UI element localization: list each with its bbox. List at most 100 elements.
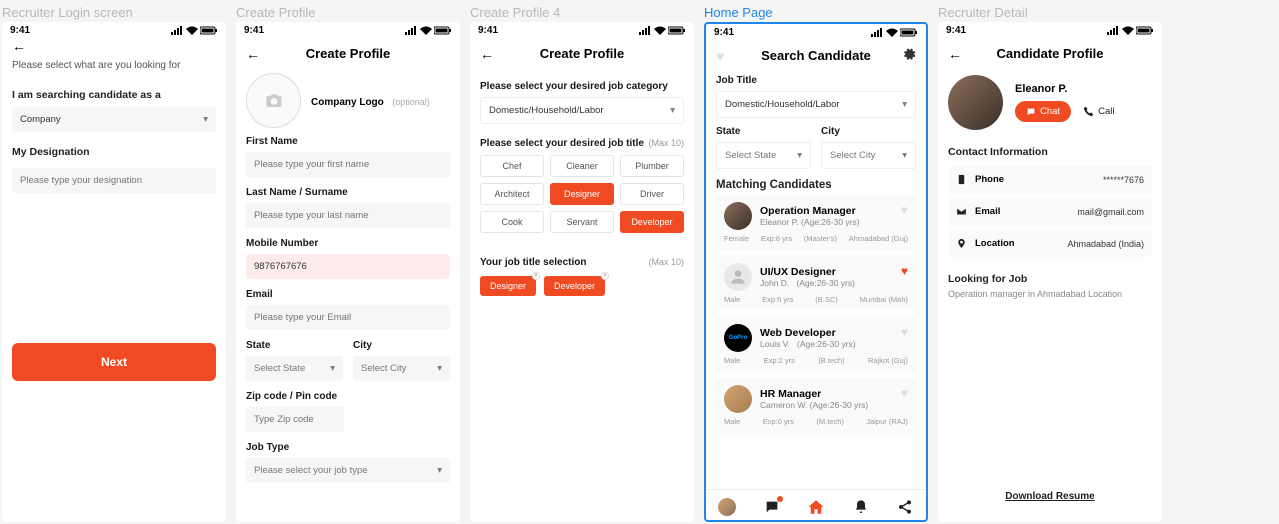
first-name-label: First Name bbox=[246, 136, 450, 147]
looking-value: Operation manager in Ahmadabad Location bbox=[948, 289, 1152, 299]
phone-row: Phone ******7676 bbox=[948, 166, 1152, 193]
logo-optional: (optional) bbox=[392, 97, 430, 107]
close-icon[interactable]: × bbox=[532, 272, 540, 280]
page-title: Create Profile bbox=[306, 46, 391, 61]
candidate-card[interactable]: ♥ HR Manager Cameron W. (Age:26-30 yrs) … bbox=[716, 378, 916, 433]
heart-icon[interactable]: ♥ bbox=[901, 203, 908, 217]
jobtype-select[interactable]: Please select your job type▾ bbox=[246, 458, 450, 483]
back-arrow-icon[interactable]: ← bbox=[246, 46, 260, 62]
status-time: 9:41 bbox=[244, 25, 264, 36]
logo-label: Company Logo bbox=[311, 97, 384, 108]
status-time: 9:41 bbox=[478, 25, 498, 36]
status-icons bbox=[1107, 26, 1154, 35]
chip-driver[interactable]: Driver bbox=[620, 183, 684, 205]
nav-share-icon[interactable] bbox=[896, 498, 914, 516]
email-label: Email bbox=[246, 289, 450, 300]
candidate-name: Eleanor P. bbox=[1015, 83, 1114, 95]
state-select[interactable]: Select State▾ bbox=[246, 356, 343, 381]
chip-chef[interactable]: Chef bbox=[480, 155, 544, 177]
heart-icon[interactable]: ♥ bbox=[901, 325, 908, 339]
jobtitle-select[interactable]: Domestic/Household/Labor▾ bbox=[716, 91, 916, 118]
chip-servant[interactable]: Servant bbox=[550, 211, 614, 233]
status-time: 9:41 bbox=[946, 25, 966, 36]
status-icons bbox=[871, 28, 918, 37]
page-title: Create Profile bbox=[540, 46, 625, 61]
gear-icon[interactable] bbox=[901, 46, 916, 66]
state-label: State bbox=[716, 126, 811, 137]
page-title: Candidate Profile bbox=[997, 46, 1104, 61]
matching-heading: Matching Candidates bbox=[716, 179, 916, 191]
screen-label: Recruiter Login screen bbox=[2, 2, 226, 22]
candidate-title: UI/UX Designer bbox=[760, 266, 855, 278]
state-select[interactable]: Select State▾ bbox=[716, 142, 811, 169]
download-resume-link[interactable]: Download Resume bbox=[938, 491, 1162, 502]
email-input[interactable] bbox=[246, 305, 450, 330]
first-name-input[interactable] bbox=[246, 152, 450, 177]
screen-label: Create Profile bbox=[236, 2, 460, 22]
chevron-down-icon: ▾ bbox=[902, 150, 907, 161]
avatar: GoPro bbox=[724, 324, 752, 352]
role-heading: I am searching candidate as a bbox=[12, 89, 216, 101]
tag-developer[interactable]: Developer× bbox=[544, 276, 605, 296]
favorite-icon[interactable]: ♥ bbox=[716, 48, 724, 64]
next-button[interactable]: Next bbox=[12, 343, 216, 381]
status-icons bbox=[405, 26, 452, 35]
chevron-down-icon: ▾ bbox=[437, 363, 442, 374]
close-icon[interactable]: × bbox=[601, 272, 609, 280]
bottom-nav bbox=[706, 489, 926, 520]
candidate-card[interactable]: ♥ GoPro Web Developer Louis V. (Age:26-3… bbox=[716, 317, 916, 372]
chevron-down-icon: ▾ bbox=[437, 465, 442, 476]
email-value: mail@gmail.com bbox=[1077, 207, 1144, 217]
category-label: Please select your desired job category bbox=[480, 81, 684, 92]
city-select[interactable]: Select City▾ bbox=[821, 142, 916, 169]
nav-profile-icon[interactable] bbox=[718, 498, 736, 516]
company-logo-upload[interactable] bbox=[246, 73, 301, 128]
chevron-down-icon: ▾ bbox=[902, 99, 907, 110]
last-name-label: Last Name / Surname bbox=[246, 187, 450, 198]
location-row: Location Ahmadabad (India) bbox=[948, 230, 1152, 257]
nav-bell-icon[interactable] bbox=[852, 498, 870, 516]
selection-label: Your job title selection bbox=[480, 257, 587, 268]
nav-chat-icon[interactable] bbox=[763, 498, 781, 516]
candidate-title: Operation Manager bbox=[760, 205, 860, 217]
tag-designer[interactable]: Designer× bbox=[480, 276, 536, 296]
avatar bbox=[724, 263, 752, 291]
chat-button[interactable]: Chat bbox=[1015, 101, 1071, 122]
heart-icon[interactable]: ♥ bbox=[901, 264, 908, 278]
looking-heading: Looking for Job bbox=[948, 273, 1152, 285]
chip-plumber[interactable]: Plumber bbox=[620, 155, 684, 177]
status-bar: 9:41 bbox=[706, 24, 926, 40]
email-row: Email mail@gmail.com bbox=[948, 198, 1152, 225]
zip-input[interactable] bbox=[246, 407, 344, 432]
back-arrow-icon[interactable]: ← bbox=[480, 46, 494, 62]
candidate-card[interactable]: ♥ UI/UX Designer John D. (Age:26-30 yrs)… bbox=[716, 256, 916, 311]
role-select[interactable]: Company ▾ bbox=[12, 107, 216, 132]
mobile-input[interactable] bbox=[246, 254, 450, 279]
candidate-title: Web Developer bbox=[760, 327, 856, 339]
heart-icon[interactable]: ♥ bbox=[901, 386, 908, 400]
nav-home-icon[interactable] bbox=[807, 498, 825, 516]
location-value: Ahmadabad (India) bbox=[1067, 239, 1144, 249]
max-hint-2: (Max 10) bbox=[648, 257, 684, 267]
phone-value: ******7676 bbox=[1103, 175, 1144, 185]
designation-input[interactable] bbox=[12, 168, 216, 193]
jobtitle-label: Job Title bbox=[716, 75, 916, 86]
chip-designer[interactable]: Designer bbox=[550, 183, 614, 205]
last-name-input[interactable] bbox=[246, 203, 450, 228]
state-label: State bbox=[246, 340, 343, 351]
status-time: 9:41 bbox=[10, 25, 30, 36]
status-bar: 9:41 bbox=[938, 22, 1162, 38]
status-time: 9:41 bbox=[714, 27, 734, 38]
chip-architect[interactable]: Architect bbox=[480, 183, 544, 205]
candidate-card[interactable]: ♥ Operation Manager Eleanor P. (Age:26-3… bbox=[716, 195, 916, 250]
category-select[interactable]: Domestic/Household/Labor▾ bbox=[480, 97, 684, 124]
chevron-down-icon: ▾ bbox=[670, 105, 675, 116]
status-bar: 9:41 bbox=[2, 22, 226, 38]
chip-cook[interactable]: Cook bbox=[480, 211, 544, 233]
back-arrow-icon[interactable]: ← bbox=[948, 46, 962, 62]
chip-cleaner[interactable]: Cleaner bbox=[550, 155, 614, 177]
back-arrow-icon[interactable]: ← bbox=[12, 38, 26, 54]
call-button[interactable]: Call bbox=[1083, 106, 1114, 117]
city-select[interactable]: Select City▾ bbox=[353, 356, 450, 381]
chip-developer[interactable]: Developer bbox=[620, 211, 684, 233]
